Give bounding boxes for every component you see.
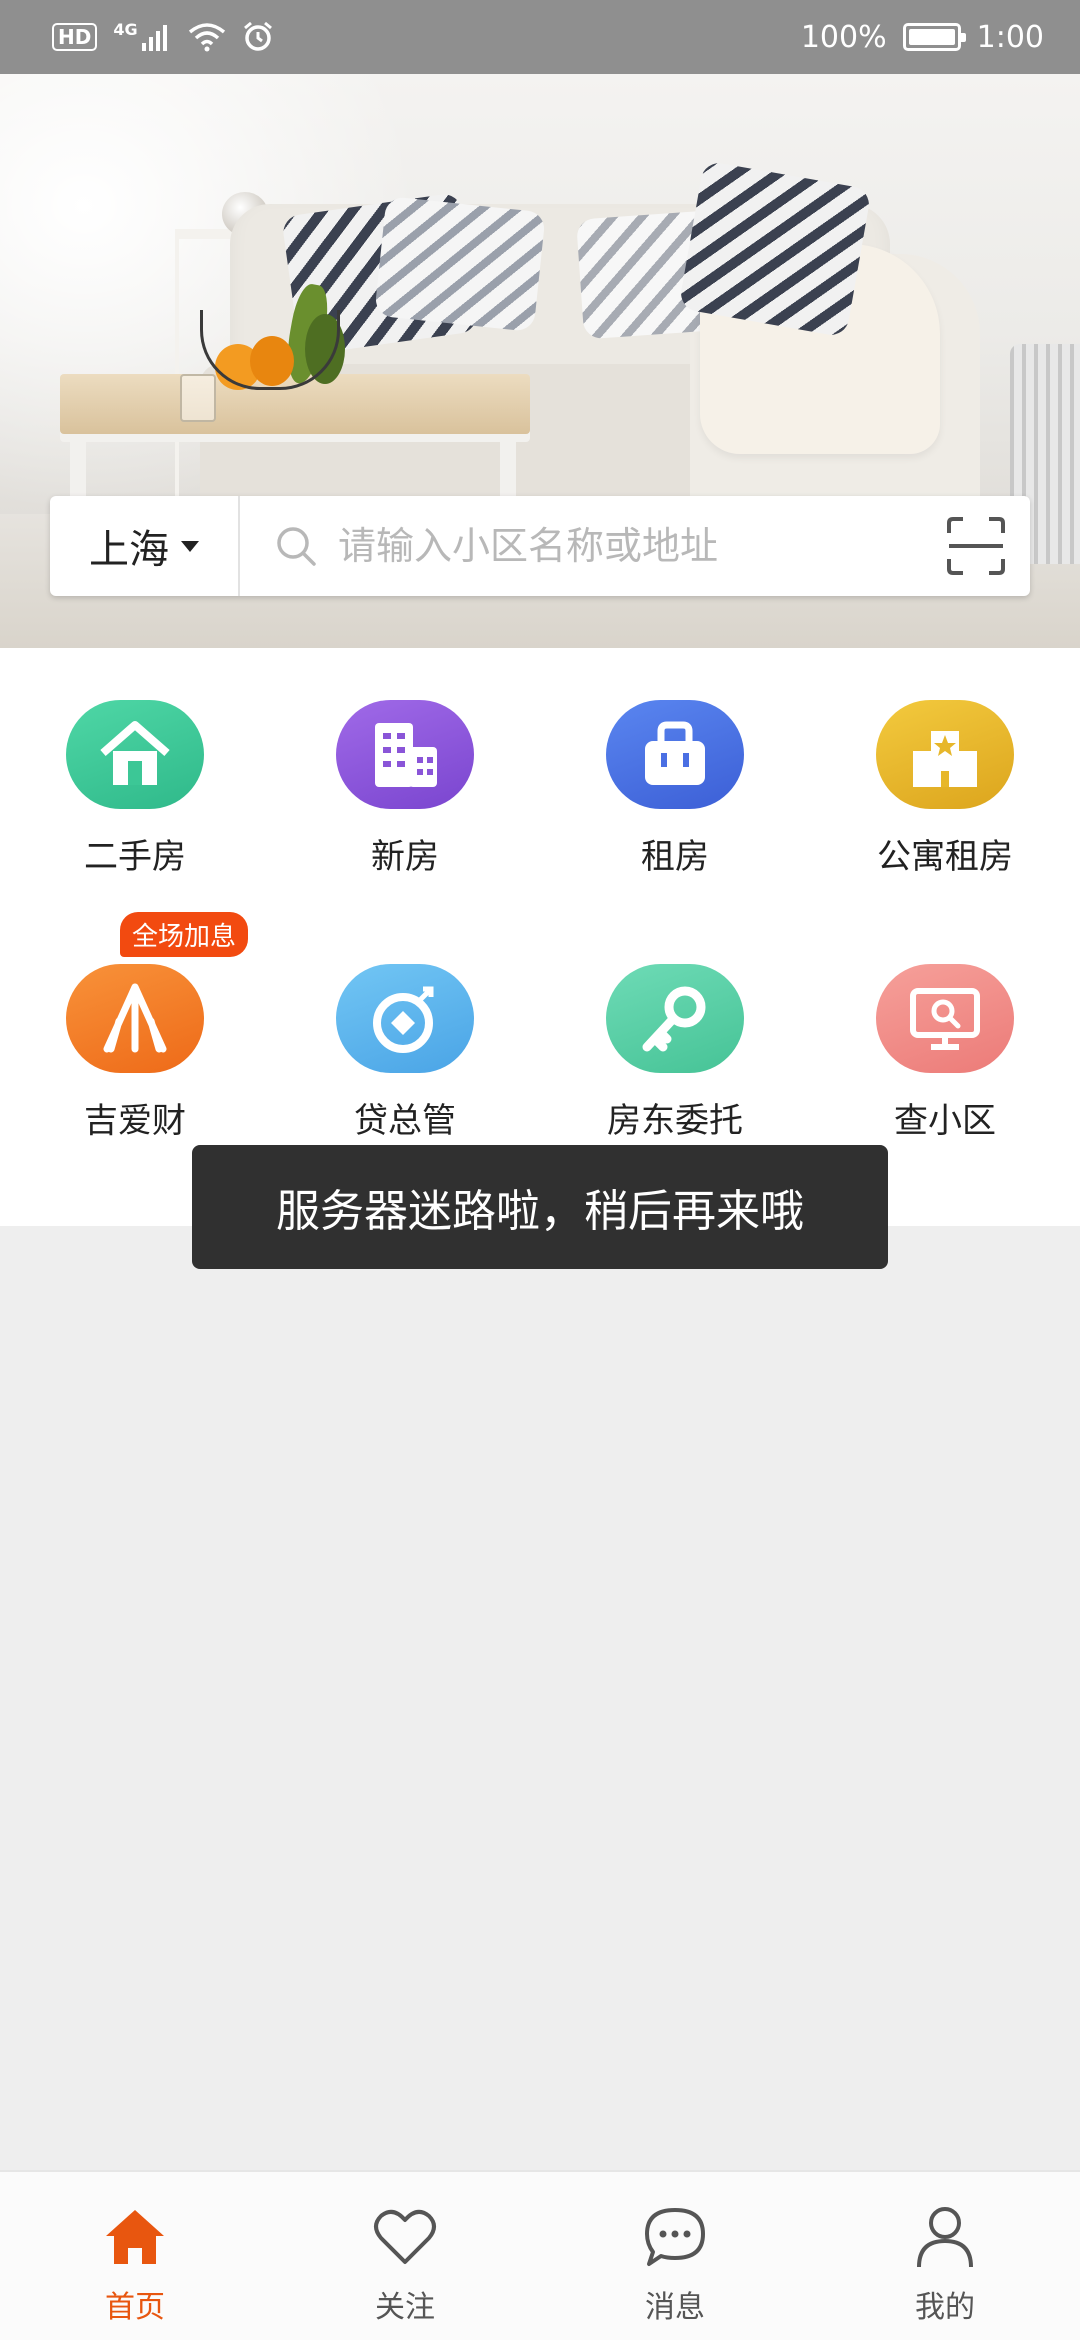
menu-label: 租房 — [641, 837, 709, 877]
scan-button[interactable] — [936, 506, 1016, 586]
tab-home[interactable]: 首页 — [0, 2172, 270, 2340]
status-bar: HD 4G 100% 1:00 — [0, 0, 1080, 74]
menu-item-second-hand[interactable]: 二手房 — [0, 648, 270, 878]
menu-item-loan[interactable]: 贷总管 — [270, 912, 540, 1142]
heart-icon — [370, 2202, 440, 2272]
toast-message: 服务器迷路啦，稍后再来哦 — [192, 1145, 888, 1269]
menu-label: 吉爱财 — [84, 1101, 186, 1141]
glass — [180, 374, 216, 422]
search-bar: 上海 — [50, 496, 1030, 596]
chat-icon — [640, 2202, 710, 2272]
menu-label: 二手房 — [84, 837, 186, 877]
caret-down-icon — [181, 540, 199, 552]
tab-home-label: 首页 — [105, 2290, 165, 2325]
tab-messages[interactable]: 消息 — [540, 2172, 810, 2340]
promo-badge: 全场加息 — [120, 912, 249, 957]
alarm-icon — [243, 21, 272, 51]
menu-label: 查小区 — [894, 1101, 996, 1141]
search-input[interactable] — [338, 524, 898, 568]
city-selector[interactable]: 上海 — [50, 496, 240, 596]
search-field[interactable] — [240, 496, 936, 596]
monitor-search-icon — [876, 964, 1014, 1073]
menu-item-rent[interactable]: 租房 — [540, 648, 810, 878]
pillow — [374, 195, 546, 333]
bottom-nav: 首页 关注 消息 我的 — [0, 2170, 1080, 2340]
tab-messages-label: 消息 — [645, 2290, 705, 2325]
menu-label: 公寓租房 — [877, 837, 1013, 877]
key-icon — [606, 964, 744, 1073]
tab-mine[interactable]: 我的 — [810, 2172, 1080, 2340]
building-icon — [336, 700, 474, 809]
menu-item-finance[interactable]: 全场加息 吉爱财 — [0, 912, 270, 1142]
menu-item-community[interactable]: 查小区 — [810, 912, 1080, 1142]
signal-icon — [141, 25, 167, 51]
apartment-icon — [876, 700, 1014, 809]
status-left: HD 4G — [52, 19, 274, 53]
search-icon — [277, 527, 316, 566]
hd-icon: HD — [52, 23, 98, 51]
loan-icon — [336, 964, 474, 1073]
battery-percent: 100% — [800, 19, 887, 55]
finance-icon — [66, 964, 204, 1073]
menu-label: 新房 — [371, 837, 439, 877]
menu-label: 贷总管 — [354, 1101, 456, 1141]
network-type: 4G — [113, 19, 138, 39]
scan-icon — [947, 517, 1005, 575]
house-icon — [66, 700, 204, 809]
tab-mine-label: 我的 — [915, 2290, 975, 2325]
battery-icon — [902, 23, 966, 51]
city-label: 上海 — [89, 527, 169, 573]
menu-item-apartment[interactable]: 公寓租房 — [810, 648, 1080, 878]
pillow — [678, 160, 872, 338]
service-menu: 二手房 新房 租房 公寓租房 全场加息 吉爱财 贷总管 房东委托 查小区 — [0, 648, 1080, 1226]
person-icon — [910, 2202, 980, 2272]
menu-item-new-house[interactable]: 新房 — [270, 648, 540, 878]
tab-follow-label: 关注 — [375, 2290, 435, 2325]
menu-item-landlord[interactable]: 房东委托 — [540, 912, 810, 1142]
home-icon — [100, 2202, 170, 2272]
clock: 1:00 — [976, 19, 1044, 55]
wifi-icon — [188, 23, 225, 52]
tab-follow[interactable]: 关注 — [270, 2172, 540, 2340]
menu-label: 房东委托 — [607, 1101, 743, 1141]
bag-icon — [606, 700, 744, 809]
status-right: 100% 1:00 — [801, 20, 1044, 55]
